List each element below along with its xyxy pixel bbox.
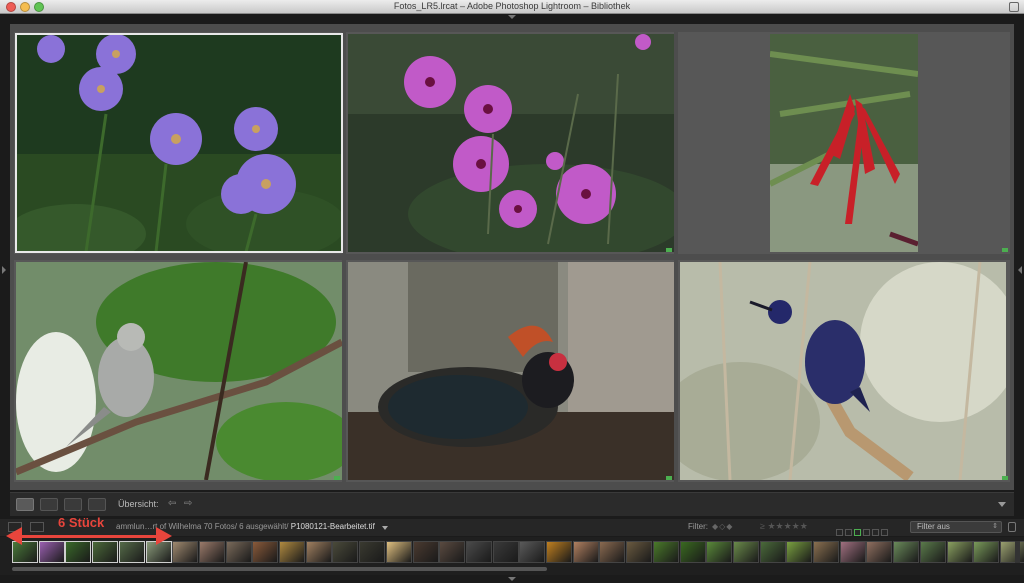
filmstrip-thumbnail[interactable] xyxy=(706,541,733,563)
filmstrip-thumbnail[interactable] xyxy=(973,541,1000,563)
next-arrow-icon[interactable]: ⇨ xyxy=(184,498,192,509)
rating-operator: ≥ xyxy=(760,521,765,531)
filmstrip-thumbnail[interactable] xyxy=(759,541,786,563)
filmstrip-thumbnail[interactable] xyxy=(813,541,839,563)
annotation-text: 6 Stück xyxy=(58,515,105,530)
filmstrip-thumbnail[interactable] xyxy=(172,541,199,563)
previous-arrow-icon[interactable]: ⇦ xyxy=(168,498,176,509)
rating-filter-stars[interactable]: ≥ ★★★★★ xyxy=(760,521,808,532)
collapse-left-panel-icon[interactable] xyxy=(2,266,6,274)
arrow-right-icon xyxy=(156,527,172,545)
filmstrip-thumbnail[interactable] xyxy=(786,541,813,563)
filmstrip-thumbnail[interactable] xyxy=(546,541,572,563)
filter-preset-select[interactable]: Filter aus xyxy=(910,521,1002,533)
survey-view-button[interactable] xyxy=(88,498,106,511)
grid-cell-3[interactable] xyxy=(678,32,1010,254)
filmstrip-thumbnail[interactable] xyxy=(332,541,359,563)
filmstrip-scroll-end[interactable] xyxy=(1015,541,1020,563)
photo-pink-geranium-flowers[interactable] xyxy=(348,34,674,252)
flag-filter-icons[interactable]: ◆◇◆ xyxy=(712,522,733,531)
photo-gray-bird-on-branch[interactable] xyxy=(16,262,342,480)
library-grid xyxy=(10,24,1014,490)
window-title: Fotos_LR5.lrcat – Adobe Photoshop Lightr… xyxy=(393,1,631,11)
collapse-top-panel-icon[interactable] xyxy=(508,15,516,19)
collapse-right-panel-icon[interactable] xyxy=(1018,266,1022,274)
collapse-bottom-panel-icon[interactable] xyxy=(508,577,516,581)
filmstrip-thumbnail[interactable] xyxy=(279,541,305,563)
loupe-view-button[interactable] xyxy=(40,498,58,511)
color-filter-box[interactable] xyxy=(881,529,888,536)
filmstrip-thumbnail[interactable] xyxy=(305,541,332,563)
window-titlebar: Fotos_LR5.lrcat – Adobe Photoshop Lightr… xyxy=(0,0,1024,14)
photo-blue-sunbird-on-branch[interactable] xyxy=(680,262,1006,480)
filmstrip-thumbnail[interactable] xyxy=(412,541,439,563)
filmstrip-thumbnail[interactable] xyxy=(732,541,759,563)
filmstrip-thumbnail[interactable] xyxy=(519,541,546,563)
filmstrip-thumbnail[interactable] xyxy=(252,541,279,563)
source-dropdown-icon[interactable] xyxy=(382,526,388,530)
annotation-line xyxy=(20,535,158,538)
filmstrip-thumbnail[interactable] xyxy=(385,541,412,563)
color-filter-box[interactable] xyxy=(836,529,843,536)
grid-cell-6[interactable] xyxy=(678,260,1010,482)
compare-view-button[interactable] xyxy=(64,498,82,511)
filmstrip-thumbnail[interactable] xyxy=(225,541,252,563)
filmstrip-thumbnail[interactable] xyxy=(919,541,946,563)
grid-cell-4[interactable] xyxy=(14,260,342,482)
filmstrip-thumbnail[interactable] xyxy=(679,541,706,563)
toolbar-options-icon[interactable] xyxy=(998,502,1006,507)
filmstrip-thumbnail[interactable] xyxy=(866,541,893,563)
selection-count-annotation: 6 Stück xyxy=(6,515,172,545)
filmstrip-thumbnail[interactable] xyxy=(572,541,599,563)
fullscreen-icon[interactable] xyxy=(1009,2,1019,12)
filmstrip-thumbnail[interactable] xyxy=(492,541,519,563)
photo-purple-aster-flowers[interactable] xyxy=(15,33,343,253)
selected-filename: P1080121-Bearbeitet.tif xyxy=(290,522,375,531)
rating-stars: ★★★★★ xyxy=(767,521,808,531)
sort-label: Übersicht: xyxy=(118,499,159,509)
filmstrip-thumbnail[interactable] xyxy=(465,541,492,563)
filmstrip-thumbnail[interactable] xyxy=(198,541,225,563)
flag-icon xyxy=(1002,248,1008,252)
photo-crested-wood-partridge[interactable] xyxy=(348,262,674,480)
filter-label: Filter: xyxy=(688,522,708,531)
filmstrip-thumbnail[interactable] xyxy=(626,541,653,563)
filmstrip-thumbnail[interactable] xyxy=(652,541,679,563)
grid-cell-5[interactable] xyxy=(346,260,674,482)
lock-icon[interactable] xyxy=(1008,522,1016,532)
grid-toolbar: Übersicht: ⇦ ⇨ xyxy=(10,492,1014,516)
filmstrip-thumbnail[interactable] xyxy=(946,541,973,563)
filmstrip-thumbnail[interactable] xyxy=(359,541,386,563)
flag-icon xyxy=(1002,476,1008,480)
grid-cell-2[interactable] xyxy=(346,32,674,254)
flag-icon xyxy=(666,248,672,252)
flag-icon xyxy=(334,476,340,480)
filmstrip-thumbnail[interactable] xyxy=(599,541,626,563)
filmstrip-thumbnail[interactable] xyxy=(999,541,1024,563)
color-filter-box[interactable] xyxy=(872,529,879,536)
grid-view-button[interactable] xyxy=(16,498,34,511)
grid-cell-1[interactable] xyxy=(14,32,343,254)
filmstrip-scrollbar[interactable] xyxy=(12,567,547,571)
photo-red-kakabeak-flower[interactable] xyxy=(770,34,918,252)
color-filter-box[interactable] xyxy=(863,529,870,536)
filmstrip-thumbnail[interactable] xyxy=(839,541,866,563)
flag-icon xyxy=(666,476,672,480)
filmstrip-thumbnail[interactable] xyxy=(439,541,466,563)
color-filter-box[interactable] xyxy=(854,529,861,536)
filmstrip-thumbnail[interactable] xyxy=(893,541,920,563)
color-filter-box[interactable] xyxy=(845,529,852,536)
